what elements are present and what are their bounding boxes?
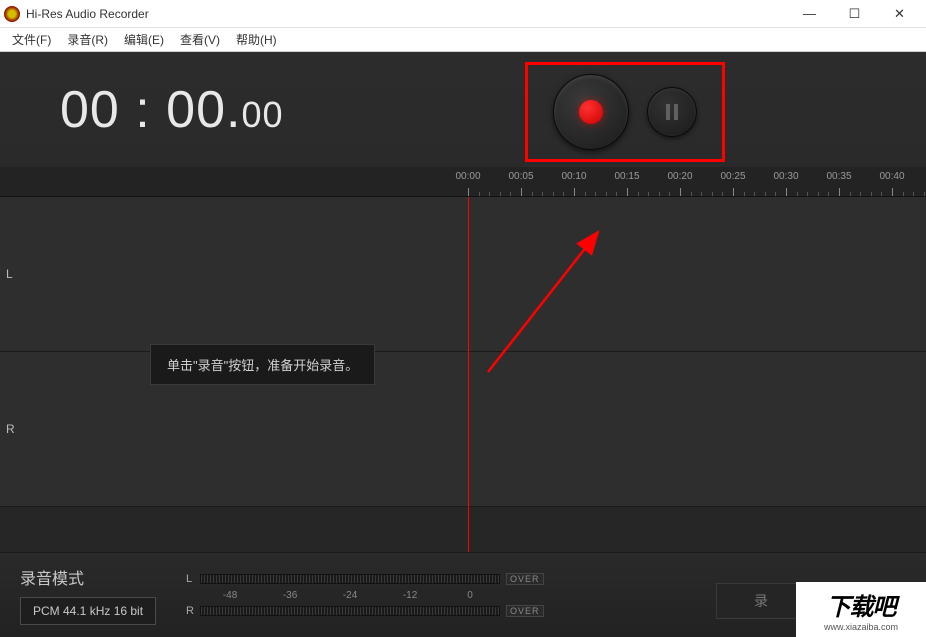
- menu-help[interactable]: 帮助(H): [228, 29, 285, 50]
- menubar: 文件(F) 录音(R) 编辑(E) 查看(V) 帮助(H): [0, 28, 926, 52]
- ruler-label: 00:05: [508, 171, 533, 182]
- meter-scale: -36: [260, 590, 320, 601]
- header-area: 00 : 00.00: [0, 52, 926, 167]
- waveform-area[interactable]: L R: [0, 197, 926, 552]
- channel-right: R: [0, 352, 926, 507]
- playhead[interactable]: [468, 197, 469, 552]
- ruler-label: 00:30: [773, 171, 798, 182]
- window-title: Hi-Res Audio Recorder: [26, 7, 787, 21]
- menu-view[interactable]: 查看(V): [172, 29, 228, 50]
- menu-file[interactable]: 文件(F): [4, 29, 59, 50]
- ruler-label: 00:40: [879, 171, 904, 182]
- watermark: 下载吧 www.xiazaiba.com: [796, 582, 926, 637]
- meter-channel-r: R: [186, 605, 200, 617]
- meter-scale: -24: [320, 590, 380, 601]
- meter-over-l: OVER: [506, 573, 544, 585]
- pause-icon: [666, 104, 670, 120]
- close-button[interactable]: ✕: [877, 0, 922, 28]
- level-meters: L OVER -48 -36 -24 -12 0 R OVER: [186, 570, 544, 620]
- time-ruler[interactable]: 00:00 00:05 00:10 00:15 00:20 00:25 00:30 00:35…: [0, 167, 926, 197]
- timer-sub: 00: [241, 94, 283, 135]
- channel-left-label: L: [6, 267, 13, 281]
- app-body: 00 : 00.00 00:00 00:05 00:10 00:15 00:20 00:2…: [0, 52, 926, 637]
- meter-scale: -12: [380, 590, 440, 601]
- record-mode-label: 录音模式: [20, 565, 156, 589]
- pause-button[interactable]: [647, 87, 697, 137]
- minimize-button[interactable]: —: [787, 0, 832, 28]
- app-icon: [4, 6, 20, 22]
- meter-scale: 0: [440, 590, 500, 601]
- record-button[interactable]: [553, 74, 629, 150]
- ruler-label: 00:10: [561, 171, 586, 182]
- channel-right-label: R: [6, 422, 15, 436]
- ruler-label: 00:35: [826, 171, 851, 182]
- ruler-label: 00:25: [720, 171, 745, 182]
- hint-tooltip: 单击"录音"按钮，准备开始录音。: [150, 344, 375, 385]
- meter-bar-r: [200, 606, 500, 616]
- record-mode-selector[interactable]: PCM 44.1 kHz 16 bit: [20, 597, 156, 625]
- meter-over-r: OVER: [506, 605, 544, 617]
- controls-highlight-frame: [525, 62, 725, 162]
- ruler-label: 00:00: [455, 171, 480, 182]
- record-icon: [579, 100, 603, 124]
- menu-edit[interactable]: 编辑(E): [116, 29, 172, 50]
- maximize-button[interactable]: ☐: [832, 0, 877, 28]
- meter-channel-l: L: [186, 573, 200, 585]
- menu-record[interactable]: 录音(R): [59, 29, 116, 50]
- timer-main: 00 : 00.: [60, 81, 241, 139]
- ruler-label: 00:20: [667, 171, 692, 182]
- watermark-text: 下载吧: [827, 587, 896, 622]
- footer-record-button[interactable]: 录: [716, 583, 806, 619]
- footer-bar: 录音模式 PCM 44.1 kHz 16 bit L OVER -48 -36 …: [0, 552, 926, 637]
- ruler-label: 00:15: [614, 171, 639, 182]
- meter-bar-l: [200, 574, 500, 584]
- channel-left: L: [0, 197, 926, 352]
- watermark-url: www.xiazaiba.com: [824, 622, 898, 632]
- window-titlebar: Hi-Res Audio Recorder — ☐ ✕: [0, 0, 926, 28]
- meter-scale: -48: [200, 590, 260, 601]
- timer-display: 00 : 00.00: [60, 80, 284, 140]
- pause-icon: [674, 104, 678, 120]
